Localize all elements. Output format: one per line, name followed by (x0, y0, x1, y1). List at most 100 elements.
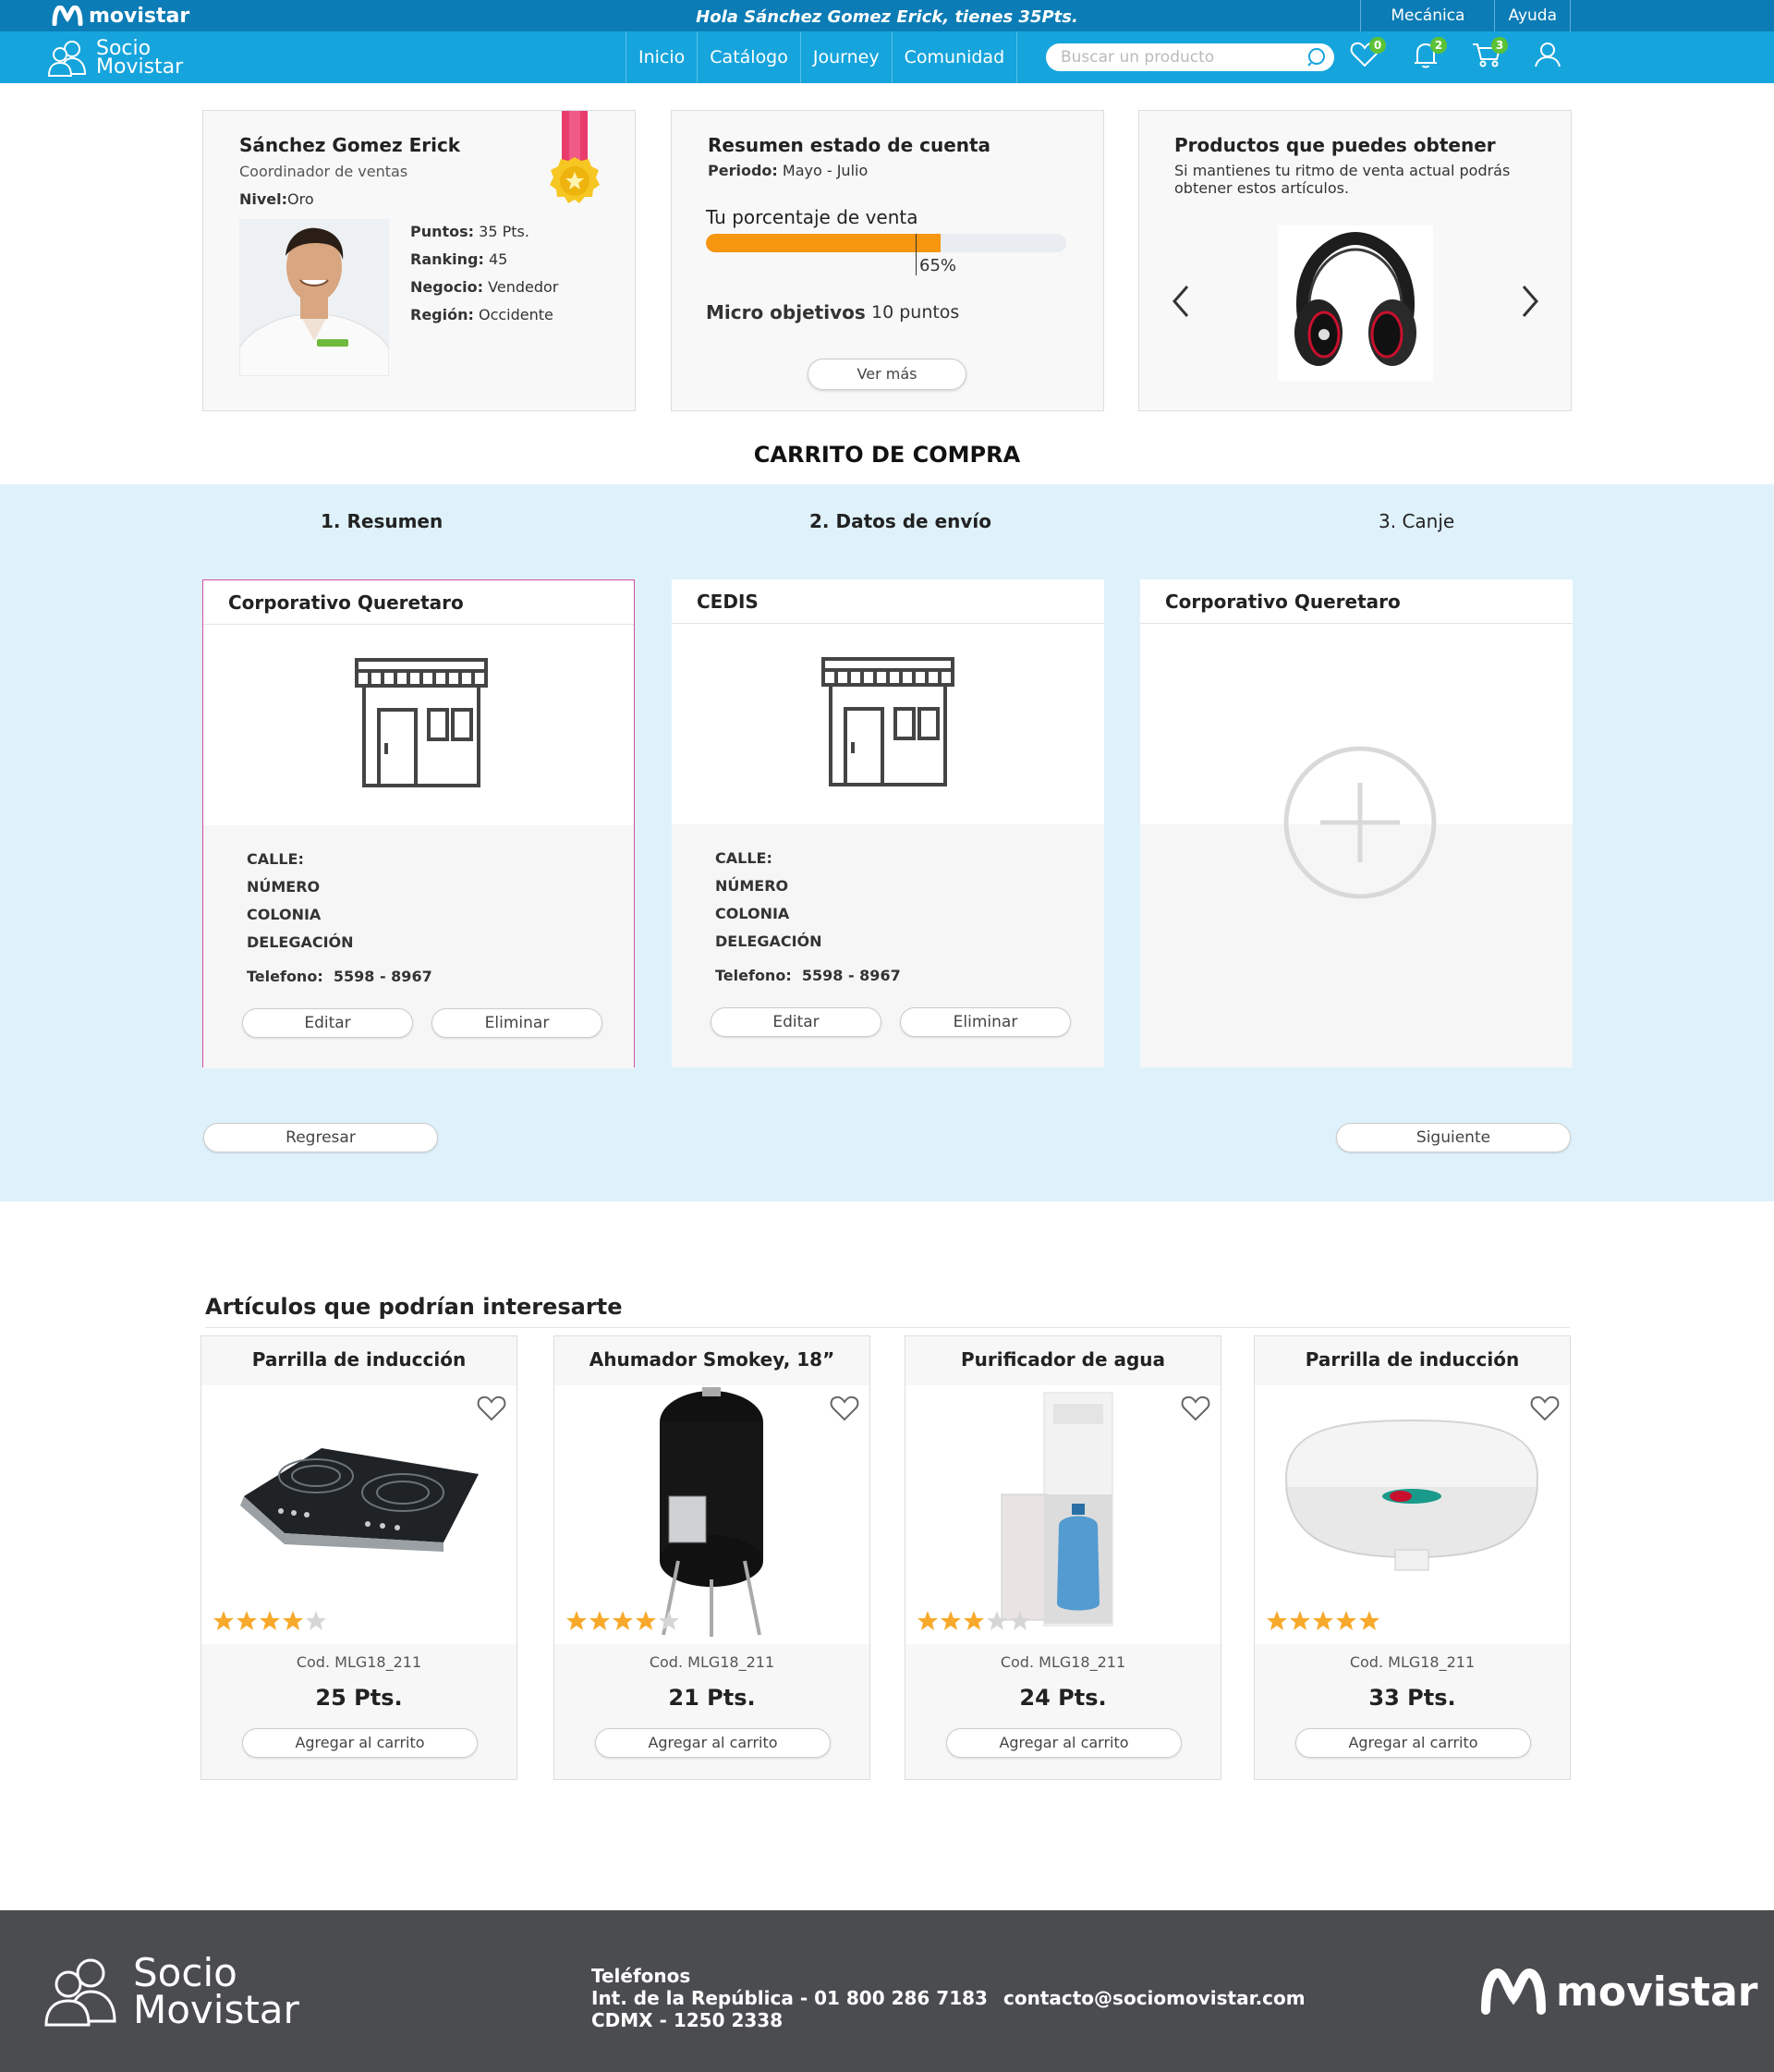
headphones-icon (1294, 231, 1416, 366)
socio-movistar-logo[interactable]: Socio Movistar (46, 39, 183, 78)
edit-address-button[interactable]: Editar (242, 1008, 413, 1038)
product-code: Cod. MLG18_211 (1349, 1653, 1476, 1671)
store-icon (821, 657, 954, 786)
step-resumen[interactable]: 1. Resumen (321, 510, 443, 532)
delete-address-button[interactable]: Eliminar (431, 1008, 602, 1038)
footer-socio-logo[interactable]: Socio Movistar (43, 1954, 299, 2029)
cart-button[interactable]: 3 (1471, 37, 1508, 72)
add-address-card[interactable]: Corporativo Queretaro (1140, 579, 1573, 1067)
ver-mas-button[interactable]: Ver más (808, 359, 966, 390)
product-card[interactable]: Parrilla de inducción Cod. MLG18_211 33 … (1254, 1335, 1571, 1780)
footer-email[interactable]: contacto@sociomovistar.com (1003, 1987, 1306, 2009)
sales-percent-value: 65% (919, 256, 957, 275)
edit-address-button[interactable]: Editar (711, 1007, 881, 1037)
delete-address-button[interactable]: Eliminar (900, 1007, 1071, 1037)
star-icon (213, 1611, 234, 1630)
nav-catalogo[interactable]: Catálogo (697, 31, 800, 83)
account-title: Resumen estado de cuenta (708, 134, 991, 156)
headphones-image (1278, 225, 1433, 381)
sandwich-maker-image (1284, 1419, 1539, 1571)
add-to-cart-button[interactable]: Agregar al carrito (595, 1728, 831, 1758)
sales-progress-fill (706, 234, 941, 252)
movistar-m-icon (1481, 1968, 1546, 2015)
notifications-button[interactable]: 2 (1410, 37, 1447, 72)
nav-comunidad[interactable]: Comunidad (891, 31, 1018, 83)
add-circle-icon[interactable] (1283, 746, 1437, 899)
footer-movistar-logo[interactable]: movistar (1480, 1968, 1757, 2016)
star-icon (237, 1611, 257, 1630)
profile-stats: Puntos: 35 Pts. Ranking: 45 Negocio: Ven… (410, 218, 558, 329)
profile-name: Sánchez Gomez Erick (239, 134, 461, 156)
address-fields: CALLE: NÚMERO COLONIA DELEGACIÓN (247, 850, 354, 951)
star-icon (566, 1611, 587, 1630)
star-icon (917, 1611, 938, 1630)
sales-percent-label: Tu porcentaje de venta (706, 206, 918, 228)
points-row: Puntos: 35 Pts. (410, 223, 529, 240)
product-code: Cod. MLG18_211 (1000, 1653, 1126, 1671)
cart-title: CARRITO DE COMPRA (753, 442, 1021, 468)
heart-icon[interactable] (1180, 1395, 1211, 1422)
main-nav: Socio Movistar Inicio Catálogo Journey C… (0, 31, 1774, 83)
user-button[interactable] (1532, 39, 1565, 72)
related-title: Artículos que podrían interesarte (205, 1294, 623, 1320)
product-name: Purificador de agua (960, 1348, 1166, 1371)
product-name: Parrilla de inducción (1305, 1348, 1520, 1371)
product-price: 33 Pts. (1368, 1685, 1456, 1711)
star-icon (659, 1611, 679, 1630)
step-datos-envio[interactable]: 2. Datos de envío (809, 510, 991, 532)
socio-people-icon (44, 1958, 116, 2027)
star-icon (987, 1611, 1007, 1630)
next-button[interactable]: Siguiente (1336, 1123, 1571, 1152)
nav-journey[interactable]: Journey (799, 31, 892, 83)
favorites-button[interactable]: 0 (1349, 37, 1386, 72)
star-icon (306, 1611, 326, 1630)
address-name: CEDIS (672, 579, 1104, 624)
address-card[interactable]: CEDIS CALLE: NÚMERO COLONIA DELEGACIÓN T… (672, 579, 1104, 1067)
product-name: Ahumador Smokey, 18” (589, 1348, 835, 1371)
store-icon (355, 658, 488, 787)
star-icon (964, 1611, 984, 1630)
search-input[interactable] (1061, 43, 1301, 71)
sales-progress-bar (706, 234, 1066, 252)
step-canje[interactable]: 3. Canje (1379, 510, 1454, 532)
nav-inicio[interactable]: Inicio (626, 31, 697, 83)
heart-icon[interactable] (829, 1395, 860, 1422)
product-card[interactable]: Purificador de agua Cod. MLG18_211 24 Pt… (905, 1335, 1221, 1780)
add-to-cart-button[interactable]: Agregar al carrito (242, 1728, 478, 1758)
product-card[interactable]: Ahumador Smokey, 18” Cod. MLG18_211 21 P… (553, 1335, 870, 1780)
heart-icon[interactable] (1529, 1395, 1561, 1422)
socio-people-icon (47, 41, 87, 77)
rating-stars (917, 1610, 1031, 1632)
product-code: Cod. MLG18_211 (296, 1653, 422, 1671)
address-card-selected[interactable]: Corporativo Queretaro CALLE: NÚMERO COLO… (202, 579, 635, 1068)
add-to-cart-button[interactable]: Agregar al carrito (946, 1728, 1182, 1758)
induction-cooktop-image (240, 1448, 479, 1552)
top-links: Mecánica Ayuda (1360, 0, 1571, 31)
chevron-left-icon[interactable] (1171, 283, 1191, 320)
add-to-cart-button[interactable]: Agregar al carrito (1295, 1728, 1531, 1758)
link-mecanica[interactable]: Mecánica (1360, 0, 1494, 31)
profile-card: Sánchez Gomez Erick Coordinador de venta… (202, 110, 636, 411)
star-icon (1290, 1611, 1310, 1630)
address-name: Corporativo Queretaro (203, 580, 634, 625)
socio-line2: Movistar (96, 55, 184, 79)
back-button[interactable]: Regresar (203, 1123, 438, 1152)
product-price: 24 Pts. (1019, 1685, 1107, 1711)
cart-badge: 3 (1491, 37, 1508, 54)
account-period: Periodo: Mayo - Julio (708, 162, 869, 179)
rating-stars (213, 1610, 327, 1632)
product-card[interactable]: Parrilla de inducción Cod. MLG18_211 25 … (200, 1335, 517, 1780)
notifications-badge: 2 (1430, 37, 1447, 54)
suggested-title: Productos que puedes obtener (1174, 134, 1496, 156)
product-price: 21 Pts. (668, 1685, 756, 1711)
chevron-right-icon[interactable] (1520, 283, 1540, 320)
avatar-photo (239, 219, 389, 376)
link-ayuda[interactable]: Ayuda (1494, 0, 1571, 31)
heart-icon[interactable] (476, 1395, 507, 1422)
nav-menu: Inicio Catálogo Journey Comunidad (626, 31, 1018, 83)
micro-objectives-value: 10 puntos (871, 302, 960, 323)
account-summary-card: Resumen estado de cuenta Periodo: Mayo -… (671, 110, 1104, 411)
region-row: Región: Occidente (410, 306, 553, 323)
star-icon (613, 1611, 633, 1630)
search-icon[interactable] (1306, 47, 1327, 67)
